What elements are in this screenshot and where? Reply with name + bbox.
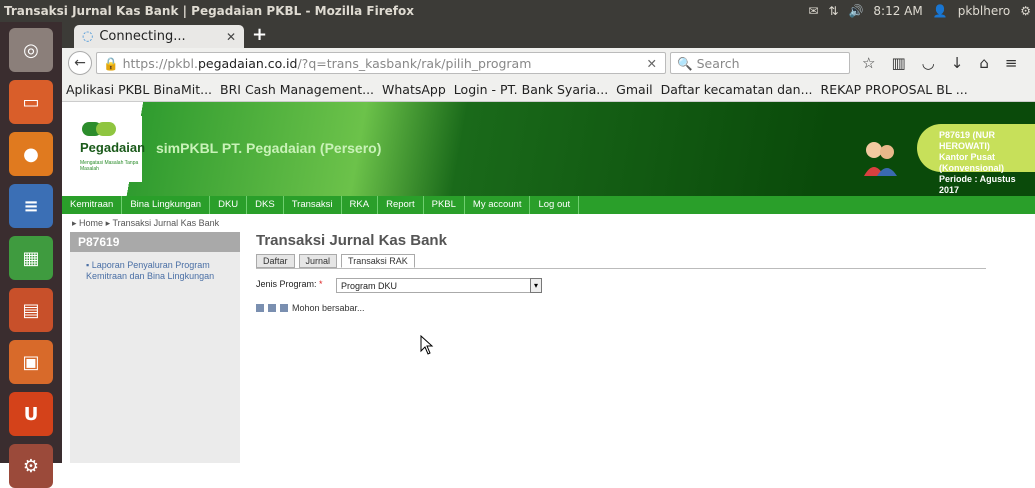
download-icon[interactable]: ↓	[951, 54, 964, 72]
loading-icon: ◌	[82, 29, 94, 44]
tab-jurnal[interactable]: Jurnal	[298, 254, 338, 268]
sidebar: P87619 ▪ Laporan Penyaluran Program Kemi…	[70, 232, 240, 463]
pocket-icon[interactable]: ◡	[922, 54, 935, 72]
user-name[interactable]: pkblhero	[958, 4, 1011, 18]
search-box[interactable]: 🔍 Search	[670, 52, 850, 74]
app-name: simPKBL PT. Pegadaian (Persero)	[156, 140, 382, 156]
tab-daftar[interactable]: Daftar	[256, 254, 295, 268]
tab-strip: ◌ Connecting... ✕ +	[62, 22, 1035, 48]
breadcrumb-arrow-icon: ▸	[105, 218, 111, 228]
breadcrumb-current[interactable]: Transaksi Jurnal Kas Bank	[112, 218, 219, 228]
stop-icon[interactable]: ✕	[647, 56, 657, 71]
menu-pkbl[interactable]: PKBL	[424, 196, 465, 214]
menu-icon[interactable]: ≡	[1005, 54, 1018, 72]
loading-dot-icon	[256, 304, 264, 312]
bookmarks-toolbar: Aplikasi PKBL BinaMit... BRI Cash Manage…	[62, 78, 1035, 102]
main-menu: Kemitraan Bina Lingkungan DKU DKS Transa…	[62, 196, 1035, 214]
bookmark-item[interactable]: Gmail	[616, 82, 652, 97]
volume-icon[interactable]: 🔊	[848, 4, 863, 18]
user-info: P87619 (NUR HEROWATI) Kantor Pusat (Konv…	[917, 124, 1035, 195]
menu-rka[interactable]: RKA	[342, 196, 379, 214]
page-title: Transaksi Jurnal Kas Bank	[256, 232, 447, 249]
site-banner: Pegadaian Mengatasi Masalah Tanpa Masala…	[62, 102, 1035, 196]
network-icon[interactable]: ⇅	[828, 4, 838, 18]
settings-icon[interactable]: ⚙	[1020, 4, 1031, 18]
menu-my-account[interactable]: My account	[465, 196, 531, 214]
mouse-cursor-icon	[420, 335, 434, 355]
toolbar-icons: ☆ ▥ ◡ ↓ ⌂ ≡	[862, 54, 1017, 72]
menu-transaksi[interactable]: Transaksi	[284, 196, 342, 214]
unity-launcher: ◎ ▭ ● ≡ ▦ ▤ ▣ U ⚙	[0, 22, 62, 488]
breadcrumb-arrow-icon: ▸	[72, 218, 77, 228]
library-icon[interactable]: ▥	[891, 54, 905, 72]
ubuntu-dash-icon[interactable]: ◎	[9, 28, 53, 72]
bookmark-item[interactable]: REKAP PROPOSAL BL ...	[821, 82, 968, 97]
writer-icon[interactable]: ≡	[9, 184, 53, 228]
search-icon: 🔍	[677, 56, 693, 71]
sidebar-header: P87619	[70, 232, 240, 252]
software-center-icon[interactable]: ▣	[9, 340, 53, 384]
home-icon[interactable]: ⌂	[979, 54, 989, 72]
bookmark-item[interactable]: WhatsApp	[382, 82, 446, 97]
loading-dot-icon	[280, 304, 288, 312]
tab-title: Connecting...	[99, 29, 186, 44]
lock-icon: 🔒	[103, 56, 119, 71]
user-avatar-icon	[864, 142, 897, 176]
sidebar-link-laporan[interactable]: ▪ Laporan Penyaluran Program Kemitraan d…	[70, 252, 240, 282]
menu-dku[interactable]: DKU	[210, 196, 248, 214]
loading-text: Mohon bersabar...	[292, 303, 365, 313]
user-icon[interactable]: 👤	[933, 4, 948, 18]
menu-log-out[interactable]: Log out	[530, 196, 580, 214]
loading-dot-icon	[268, 304, 276, 312]
system-settings-icon[interactable]: ⚙	[9, 444, 53, 488]
os-top-panel: Transaksi Jurnal Kas Bank | Pegadaian PK…	[0, 0, 1035, 22]
main-content: Transaksi Jurnal Kas Bank Daftar Jurnal …	[256, 232, 1016, 313]
jenis-program-select[interactable]: Program DKU	[336, 278, 530, 293]
back-button[interactable]: ←	[68, 51, 92, 75]
firefox-icon[interactable]: ●	[9, 132, 53, 176]
url-path: /?q=trans_kasbank/rak/pilih_program	[297, 56, 532, 71]
tab-transaksi-rak[interactable]: Transaksi RAK	[341, 254, 415, 268]
pegadaian-logo[interactable]: Pegadaian Mengatasi Masalah Tanpa Masala…	[76, 116, 145, 182]
breadcrumb-home[interactable]: Home	[79, 218, 103, 228]
bookmark-item[interactable]: Aplikasi PKBL BinaMit...	[66, 82, 212, 97]
clock[interactable]: 8:12 AM	[873, 4, 922, 18]
bookmark-item[interactable]: Login - PT. Bank Syaria...	[454, 82, 608, 97]
menu-report[interactable]: Report	[378, 196, 424, 214]
impress-icon[interactable]: ▤	[9, 288, 53, 332]
browser-tab[interactable]: ◌ Connecting... ✕	[74, 25, 244, 48]
tab-divider	[256, 268, 986, 269]
bookmark-item[interactable]: Daftar kecamatan dan...	[661, 82, 813, 97]
jenis-program-label: Jenis Program: *	[256, 279, 323, 289]
menu-bina-lingkungan[interactable]: Bina Lingkungan	[122, 196, 211, 214]
content-tabs: Daftar Jurnal Transaksi RAK	[256, 254, 415, 268]
url-prefix: https://pkbl.	[122, 56, 198, 71]
new-tab-button[interactable]: +	[252, 24, 267, 45]
url-domain: pegadaian.co.id	[197, 56, 298, 71]
select-arrow-icon[interactable]: ▾	[530, 278, 542, 293]
mail-icon[interactable]: ✉	[808, 4, 818, 18]
web-page: Pegadaian Mengatasi Masalah Tanpa Masala…	[62, 102, 1035, 463]
menu-dks[interactable]: DKS	[247, 196, 284, 214]
nav-bar: ← 🔒 https://pkbl.pegadaian.co.id/?q=tran…	[62, 48, 1035, 78]
window-title: Transaksi Jurnal Kas Bank | Pegadaian PK…	[4, 4, 414, 18]
close-tab-icon[interactable]: ✕	[226, 30, 236, 44]
calc-icon[interactable]: ▦	[9, 236, 53, 280]
loading-indicator: Mohon bersabar...	[256, 303, 365, 313]
ubuntu-one-icon[interactable]: U	[9, 392, 53, 436]
bookmark-star-icon[interactable]: ☆	[862, 54, 875, 72]
search-placeholder: Search	[696, 56, 740, 71]
menu-kemitraan[interactable]: Kemitraan	[62, 196, 123, 214]
bookmark-item[interactable]: BRI Cash Management...	[220, 82, 374, 97]
system-tray: ✉ ⇅ 🔊 8:12 AM 👤 pkblhero ⚙	[808, 4, 1031, 18]
url-bar[interactable]: 🔒 https://pkbl.pegadaian.co.id/?q=trans_…	[96, 52, 666, 74]
breadcrumb: ▸ Home ▸ Transaksi Jurnal Kas Bank	[72, 218, 219, 229]
firefox-window: ◌ Connecting... ✕ + ← 🔒 https://pkbl.peg…	[62, 22, 1035, 463]
files-icon[interactable]: ▭	[9, 80, 53, 124]
